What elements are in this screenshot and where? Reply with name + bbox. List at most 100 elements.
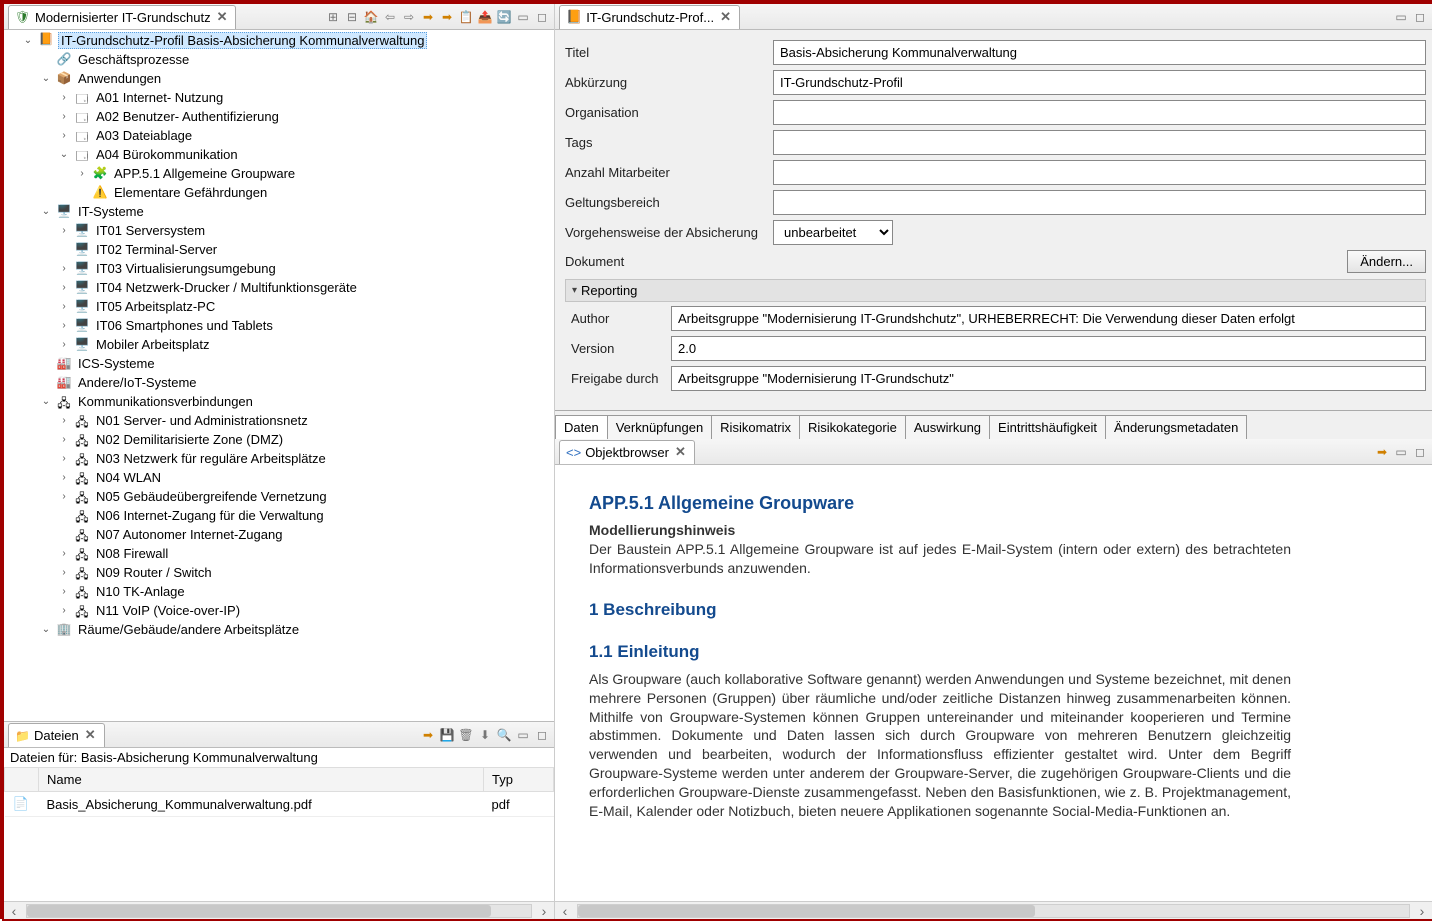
close-icon[interactable]: ✕ [673, 444, 688, 460]
scroll-right-icon[interactable]: › [534, 903, 554, 919]
detail-tab[interactable]: Verknüpfungen [607, 415, 712, 439]
chevron-down-icon[interactable]: ⌄ [40, 396, 52, 407]
delete-icon[interactable]: 🗑 [458, 727, 474, 743]
tree-item[interactable]: ⌄🖧Kommunikationsverbindungen [4, 392, 554, 411]
tree-item[interactable]: ›🖥️IT04 Netzwerk-Drucker / Multifunktion… [4, 278, 554, 297]
chevron-right-icon[interactable]: › [58, 472, 70, 483]
chevron-right-icon[interactable]: › [58, 415, 70, 426]
hscroll-objektbrowser[interactable]: ‹ › [555, 901, 1432, 919]
input-anzahl[interactable] [773, 160, 1426, 185]
link-icon[interactable] [420, 9, 436, 25]
tree-item[interactable]: ›🖥️Mobiler Arbeitsplatz [4, 335, 554, 354]
detail-tab[interactable]: Daten [555, 415, 608, 439]
section-reporting[interactable]: ▾ Reporting [565, 279, 1426, 302]
tree-item[interactable]: ›🖧N02 Demilitarisierte Zone (DMZ) [4, 430, 554, 449]
col-name[interactable]: Name [39, 768, 484, 792]
tree-item[interactable]: ›🖧N11 VoIP (Voice-over-IP) [4, 601, 554, 620]
scroll-track[interactable] [26, 904, 532, 918]
tree-item[interactable]: ›🖥️IT03 Virtualisierungsumgebung [4, 259, 554, 278]
refresh-icon[interactable]: 🔄 [496, 9, 512, 25]
hscroll-left[interactable]: ‹ › [4, 901, 554, 919]
tree-item[interactable]: 🏭Andere/IoT-Systeme [4, 373, 554, 392]
chevron-right-icon[interactable]: › [58, 111, 70, 122]
detail-tab[interactable]: Änderungsmetadaten [1105, 415, 1247, 439]
tree-item[interactable]: ›🖧N10 TK-Anlage [4, 582, 554, 601]
copy-icon[interactable]: 📋 [458, 9, 474, 25]
forward-icon[interactable]: ⇨ [401, 9, 417, 25]
chevron-right-icon[interactable]: › [58, 586, 70, 597]
select-vorgehen[interactable]: unbearbeitet [773, 220, 893, 245]
chevron-right-icon[interactable]: › [58, 567, 70, 578]
chevron-down-icon[interactable]: ⌄ [58, 149, 70, 160]
tree-item[interactable]: ›🖥️IT05 Arbeitsplatz-PC [4, 297, 554, 316]
files-tab[interactable]: Dateien ✕ [8, 723, 105, 747]
input-author[interactable] [671, 306, 1426, 331]
tree-item[interactable]: ⌄🗔A04 Bürokommunikation [4, 145, 554, 164]
link-reverse-icon[interactable] [439, 9, 455, 25]
tree-item[interactable]: 🖥️IT02 Terminal-Server [4, 240, 554, 259]
maximize-icon[interactable]: ◻ [1412, 9, 1428, 25]
detail-tab[interactable]: Risikokategorie [799, 415, 906, 439]
tree-item[interactable]: ›🧩APP.5.1 Allgemeine Groupware [4, 164, 554, 183]
chevron-down-icon[interactable]: ⌄ [40, 73, 52, 84]
maximize-icon[interactable]: ◻ [534, 727, 550, 743]
chevron-right-icon[interactable]: › [58, 605, 70, 616]
back-icon[interactable]: ⇦ [382, 9, 398, 25]
chevron-right-icon[interactable]: › [58, 434, 70, 445]
minimize-icon[interactable]: ▭ [515, 727, 531, 743]
maximize-icon[interactable]: ◻ [534, 9, 550, 25]
tree-item[interactable]: ⚠️Elementare Gefährdungen [4, 183, 554, 202]
col-type[interactable]: Typ [484, 768, 554, 792]
tree-item[interactable]: ⌄📙IT-Grundschutz-Profil Basis-Absicherun… [4, 30, 554, 50]
tree-item[interactable]: 🔗Geschäftsprozesse [4, 50, 554, 69]
detail-tab[interactable]: Auswirkung [905, 415, 990, 439]
tree-item[interactable]: ›🖧N03 Netzwerk für reguläre Arbeitsplätz… [4, 449, 554, 468]
save-icon[interactable]: 💾 [439, 727, 455, 743]
tree-item[interactable]: ›🗔A02 Benutzer- Authentifizierung [4, 107, 554, 126]
chevron-right-icon[interactable]: › [58, 320, 70, 331]
chevron-down-icon[interactable]: ▾ [572, 285, 577, 296]
tree-item[interactable]: 🏭ICS-Systeme [4, 354, 554, 373]
input-tags[interactable] [773, 130, 1426, 155]
chevron-right-icon[interactable]: › [58, 263, 70, 274]
files-table[interactable]: Name Typ Basis_Absicherung_Kommunalverwa… [4, 767, 554, 901]
input-titel[interactable] [773, 40, 1426, 65]
tree-item[interactable]: ›🖧N01 Server- und Administrationsnetz [4, 411, 554, 430]
scroll-left-icon[interactable]: ‹ [555, 903, 575, 919]
tree-item[interactable]: ›🖥️IT01 Serversystem [4, 221, 554, 240]
chevron-down-icon[interactable]: ⌄ [40, 206, 52, 217]
close-icon[interactable]: ✕ [215, 9, 230, 25]
minimize-icon[interactable]: ▭ [1393, 9, 1409, 25]
expand-all-icon[interactable]: ⊞ [325, 9, 341, 25]
close-icon[interactable]: ✕ [83, 727, 98, 743]
detail-tab[interactable]: Eintrittshäufigkeit [989, 415, 1106, 439]
input-freigabe[interactable] [671, 366, 1426, 391]
download-icon[interactable]: ⬇ [477, 727, 493, 743]
objektbrowser-body[interactable]: APP.5.1 Allgemeine Groupware Modellierun… [555, 465, 1432, 901]
tree-item[interactable]: ›🖧N05 Gebäudeübergreifende Vernetzung [4, 487, 554, 506]
tree-item[interactable]: 🖧N06 Internet-Zugang für die Verwaltung [4, 506, 554, 525]
chevron-right-icon[interactable]: › [58, 225, 70, 236]
outline-tree[interactable]: ⌄📙IT-Grundschutz-Profil Basis-Absicherun… [4, 30, 554, 721]
tree-item[interactable]: ›🗔A01 Internet- Nutzung [4, 88, 554, 107]
chevron-right-icon[interactable]: › [76, 168, 88, 179]
link-icon[interactable] [1374, 444, 1390, 460]
maximize-icon[interactable]: ◻ [1412, 444, 1428, 460]
tree-item[interactable]: 🖧N07 Autonomer Internet-Zugang [4, 525, 554, 544]
scroll-left-icon[interactable]: ‹ [4, 903, 24, 919]
close-icon[interactable]: ✕ [718, 9, 733, 25]
input-org[interactable] [773, 100, 1426, 125]
chevron-right-icon[interactable]: › [58, 339, 70, 350]
minimize-icon[interactable]: ▭ [1393, 444, 1409, 460]
chevron-right-icon[interactable]: › [58, 282, 70, 293]
input-geltung[interactable] [773, 190, 1426, 215]
input-abk[interactable] [773, 70, 1426, 95]
tree-item[interactable]: ›🗔A03 Dateiablage [4, 126, 554, 145]
link-icon[interactable] [420, 727, 436, 743]
input-version[interactable] [671, 336, 1426, 361]
chevron-down-icon[interactable]: ⌄ [22, 35, 34, 46]
change-button[interactable]: Ändern... [1347, 250, 1426, 273]
chevron-right-icon[interactable]: › [58, 491, 70, 502]
tree-item[interactable]: ⌄🖥️IT-Systeme [4, 202, 554, 221]
scroll-right-icon[interactable]: › [1412, 903, 1432, 919]
